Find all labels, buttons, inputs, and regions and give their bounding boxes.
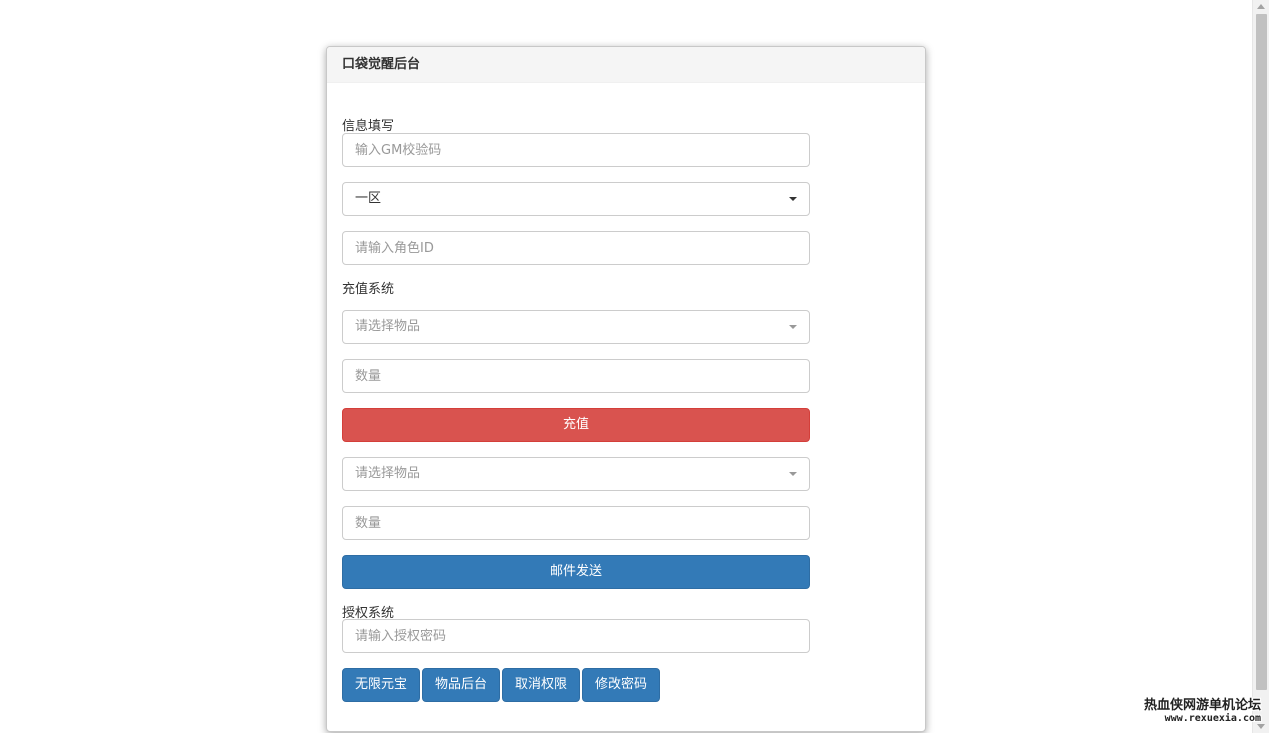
item-backend-button[interactable]: 物品后台	[422, 668, 501, 702]
change-password-button[interactable]: 修改密码	[582, 668, 661, 702]
scrollbar-thumb[interactable]	[1256, 14, 1267, 690]
caret-down-icon	[789, 325, 797, 329]
mail-item-select-placeholder: 请选择物品	[355, 466, 421, 481]
vertical-scrollbar[interactable]	[1252, 0, 1269, 733]
watermark-title: 热血侠网游单机论坛	[1143, 698, 1261, 713]
auth-password-field[interactable]	[342, 619, 810, 653]
role-id-field[interactable]	[342, 231, 810, 265]
mail-send-button[interactable]: 邮件发送	[342, 555, 810, 589]
caret-down-icon	[789, 197, 797, 201]
server-select[interactable]: 一区	[342, 182, 810, 216]
recharge-item-select-placeholder: 请选择物品	[355, 319, 421, 334]
watermark-url: www.rexuexia.com	[1164, 713, 1261, 724]
info-section-label: 信息填写	[342, 119, 395, 134]
auth-button-row: 无限元宝 物品后台 取消权限 修改密码	[342, 668, 662, 702]
scroll-up-arrow-icon[interactable]	[1257, 4, 1265, 9]
mail-item-select[interactable]: 请选择物品	[342, 457, 810, 491]
recharge-button[interactable]: 充值	[342, 408, 810, 442]
watermark: 热血侠网游单机论坛 www.rexuexia.com	[1144, 699, 1261, 725]
role-id-input[interactable]	[343, 232, 809, 264]
recharge-quantity-input[interactable]	[343, 360, 809, 392]
mail-quantity-input[interactable]	[343, 507, 809, 539]
gm-code-input[interactable]	[343, 134, 809, 166]
auth-password-input[interactable]	[343, 620, 809, 652]
recharge-quantity-field[interactable]	[342, 359, 810, 393]
panel-title: 口袋觉醒后台	[327, 47, 925, 83]
recharge-section-label: 充值系统	[342, 282, 395, 297]
mail-quantity-field[interactable]	[342, 506, 810, 540]
admin-panel: 口袋觉醒后台 信息填写 一区 充值系统 请选择物品	[326, 46, 926, 732]
server-select-value: 一区	[355, 191, 382, 206]
unlimited-ingot-button[interactable]: 无限元宝	[342, 668, 421, 702]
page: 口袋觉醒后台 信息填写 一区 充值系统 请选择物品	[0, 0, 1269, 733]
caret-down-icon	[789, 472, 797, 476]
gm-code-field[interactable]	[342, 133, 810, 167]
recharge-item-select[interactable]: 请选择物品	[342, 310, 810, 344]
revoke-permission-button[interactable]: 取消权限	[502, 668, 581, 702]
